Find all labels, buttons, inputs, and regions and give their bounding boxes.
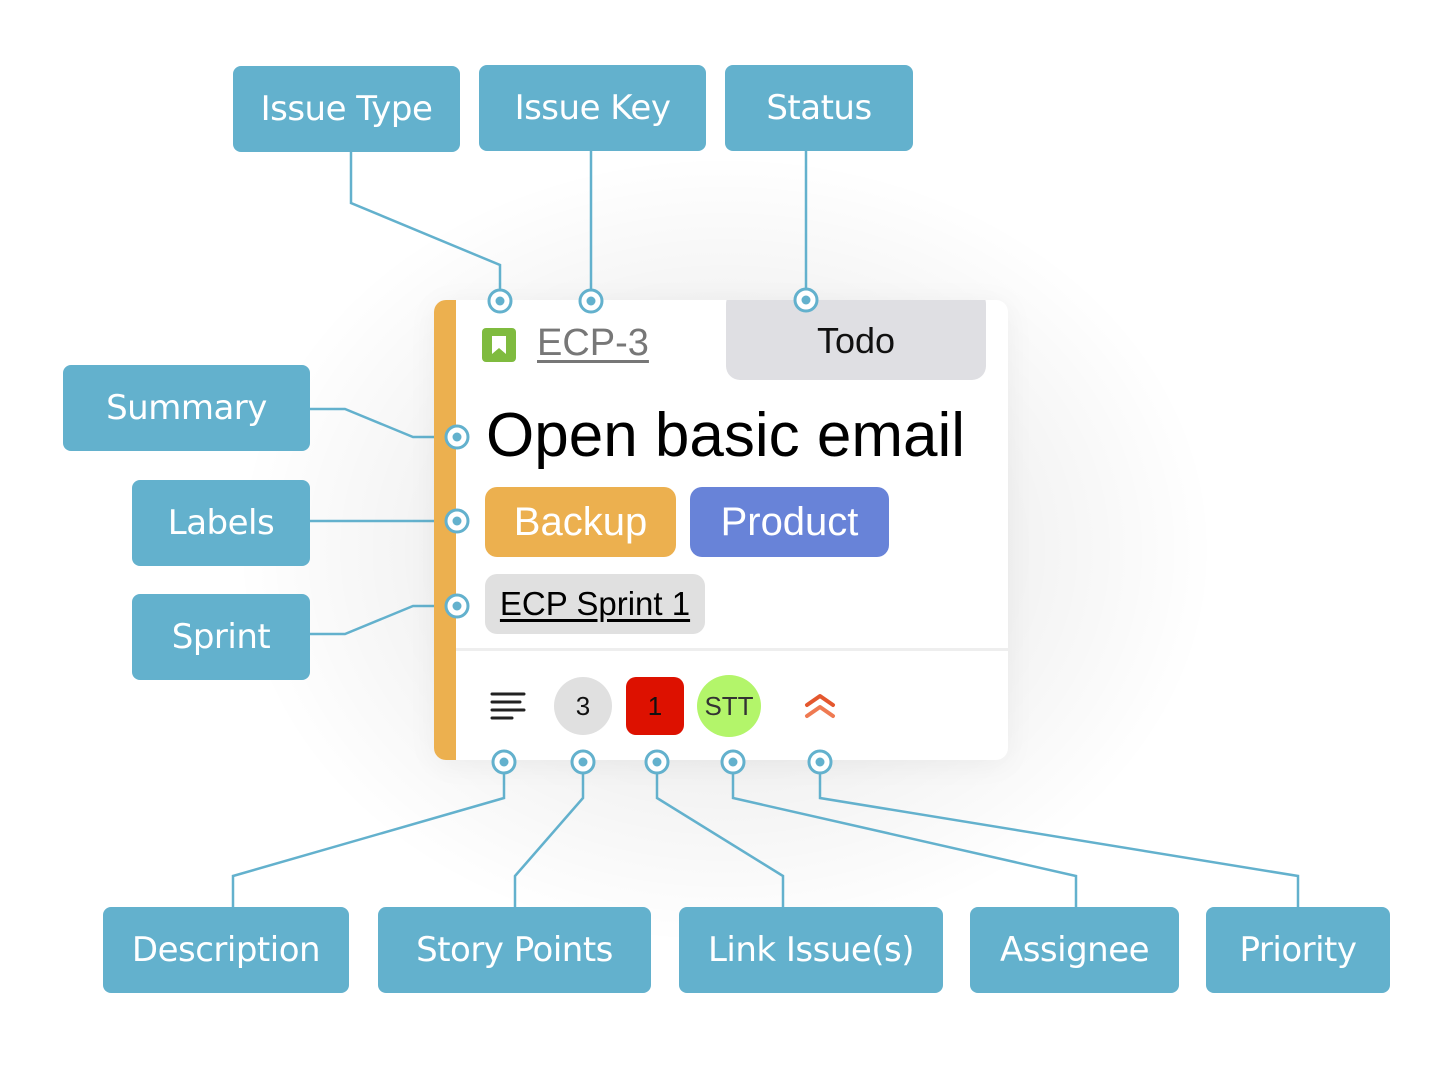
callout-status: Status xyxy=(725,65,913,151)
connector-assignee xyxy=(731,772,1078,908)
callout-priority: Priority xyxy=(1206,907,1390,993)
label-tag[interactable]: Backup xyxy=(485,487,676,557)
connector-link-issues xyxy=(655,772,785,908)
issue-type-icon xyxy=(482,328,516,362)
callout-description: Description xyxy=(103,907,349,993)
connector-priority xyxy=(818,772,1300,908)
description-icon[interactable] xyxy=(488,677,528,735)
callout-labels: Labels xyxy=(132,480,310,566)
connector-description xyxy=(231,772,506,908)
connector-story-points xyxy=(513,772,585,908)
callout-issue-type: Issue Type xyxy=(233,66,460,152)
callout-sprint: Sprint xyxy=(132,594,310,680)
callout-story-points: Story Points xyxy=(378,907,651,993)
callout-assignee: Assignee xyxy=(970,907,1179,993)
issue-summary: Open basic email xyxy=(486,401,966,470)
connector-issue-type xyxy=(349,150,502,290)
card-divider xyxy=(456,648,1008,651)
priority-icon xyxy=(800,677,840,735)
status-badge[interactable]: Todo xyxy=(726,300,986,380)
issue-card[interactable]: ECP-3 Todo Open basic email Backup Produ… xyxy=(434,300,1008,760)
callout-link-issues: Link Issue(s) xyxy=(679,907,943,993)
linked-issues-badge[interactable]: 1 xyxy=(626,677,684,735)
assignee-avatar[interactable]: STT xyxy=(697,675,761,737)
callout-issue-key: Issue Key xyxy=(479,65,706,151)
issue-key-link[interactable]: ECP-3 xyxy=(537,322,649,365)
bookmark-icon xyxy=(492,336,506,354)
connector-sprint xyxy=(310,604,445,636)
sprint-link[interactable]: ECP Sprint 1 xyxy=(485,574,705,634)
story-points-badge: 3 xyxy=(554,677,612,735)
card-accent-stripe xyxy=(434,300,456,760)
connector-summary xyxy=(310,407,445,439)
label-tag[interactable]: Product xyxy=(690,487,889,557)
callout-summary: Summary xyxy=(63,365,310,451)
